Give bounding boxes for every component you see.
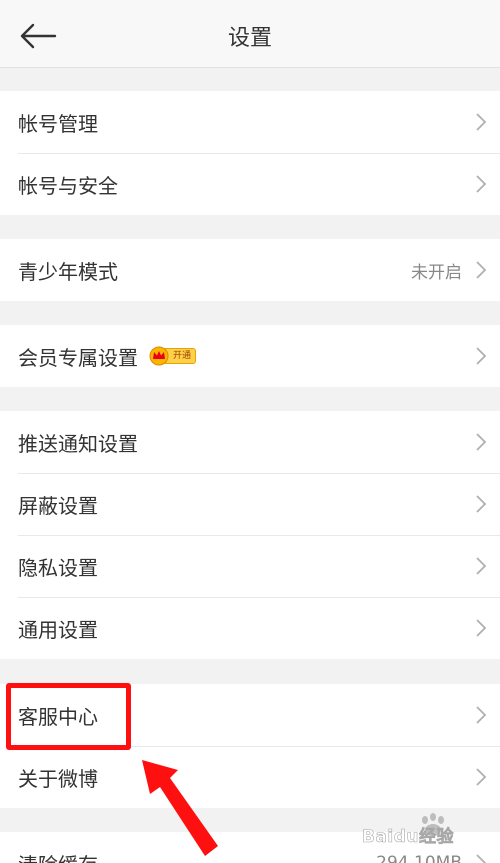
chevron-right-icon — [476, 175, 487, 193]
settings-item-vip-settings[interactable]: 会员专属设置 开通 — [0, 325, 500, 387]
chevron-right-icon — [476, 113, 487, 131]
settings-item-clear-cache[interactable]: 清除缓存 294.10MB — [0, 832, 500, 863]
settings-item-label: 帐号与安全 — [18, 173, 118, 198]
settings-item-label: 推送通知设置 — [18, 431, 138, 456]
settings-item-teen-mode[interactable]: 青少年模式 未开启 — [0, 239, 500, 301]
settings-item-general-settings[interactable]: 通用设置 — [0, 597, 500, 659]
settings-item-label: 会员专属设置 — [18, 345, 138, 370]
settings-item-about-weibo[interactable]: 关于微博 — [0, 746, 500, 808]
settings-group-vip: 会员专属设置 开通 — [0, 325, 500, 387]
chevron-right-icon — [476, 706, 487, 724]
settings-item-label: 青少年模式 — [18, 259, 118, 284]
settings-item-label: 清除缓存 — [18, 849, 98, 863]
chevron-right-icon — [476, 433, 487, 451]
chevron-right-icon — [476, 495, 487, 513]
settings-item-label: 通用设置 — [18, 617, 98, 642]
nav-bar: 设置 — [0, 0, 500, 68]
chevron-right-icon — [476, 347, 487, 365]
chevron-right-icon — [476, 619, 487, 637]
settings-item-label: 帐号管理 — [18, 111, 98, 136]
vip-badge: 开通 — [148, 346, 197, 366]
settings-group-support: 客服中心 关于微博 — [0, 684, 500, 808]
settings-item-block-settings[interactable]: 屏蔽设置 — [0, 473, 500, 535]
chevron-right-icon — [476, 557, 487, 575]
settings-item-push-notifications[interactable]: 推送通知设置 — [0, 411, 500, 473]
settings-item-account-management[interactable]: 帐号管理 — [0, 91, 500, 153]
chevron-right-icon — [476, 854, 487, 863]
page-title: 设置 — [227, 26, 272, 51]
chevron-right-icon — [476, 768, 487, 786]
settings-item-label: 关于微博 — [18, 766, 98, 791]
settings-item-label: 隐私设置 — [18, 555, 98, 580]
settings-item-customer-service[interactable]: 客服中心 — [0, 684, 500, 746]
settings-group-storage: 清除缓存 294.10MB — [0, 832, 500, 863]
settings-group-teen: 青少年模式 未开启 — [0, 239, 500, 301]
settings-item-privacy-settings[interactable]: 隐私设置 — [0, 535, 500, 597]
settings-item-label: 客服中心 — [18, 704, 98, 729]
back-button[interactable] — [16, 18, 60, 54]
back-arrow-icon — [20, 23, 57, 49]
settings-item-label: 屏蔽设置 — [18, 493, 98, 518]
teen-mode-status: 未开启 — [411, 262, 462, 283]
chevron-right-icon — [476, 261, 487, 279]
settings-group-account: 帐号管理 帐号与安全 — [0, 91, 500, 215]
crown-icon — [149, 346, 169, 366]
settings-item-account-security[interactable]: 帐号与安全 — [0, 153, 500, 215]
cache-size: 294.10MB — [376, 853, 462, 863]
settings-group-general: 推送通知设置 屏蔽设置 隐私设置 通用设置 — [0, 411, 500, 659]
